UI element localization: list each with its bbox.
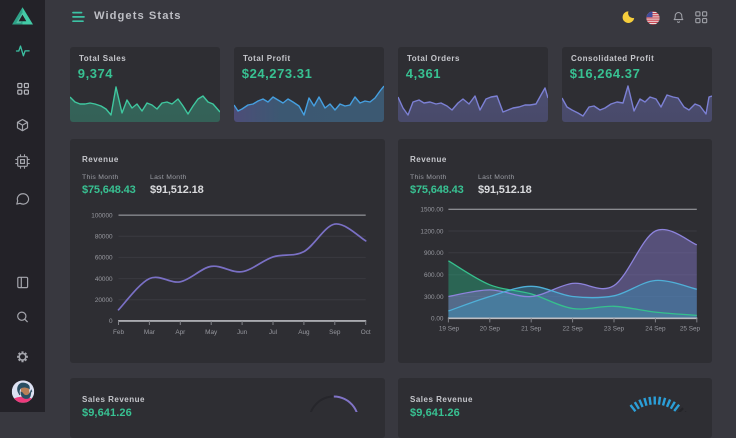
svg-text:900.00: 900.00 xyxy=(424,250,444,257)
svg-text:300.00: 300.00 xyxy=(424,294,444,301)
svg-text:600.00: 600.00 xyxy=(424,272,444,279)
svg-text:23 Sep: 23 Sep xyxy=(604,325,625,332)
svg-text:20 Sep: 20 Sep xyxy=(480,325,501,332)
svg-text:60000: 60000 xyxy=(95,255,113,262)
svg-text:Mar: Mar xyxy=(144,329,156,336)
svg-text:Feb: Feb xyxy=(113,329,124,336)
svg-text:1500.00: 1500.00 xyxy=(420,207,444,214)
svg-text:0.00: 0.00 xyxy=(431,316,444,323)
svg-text:40000: 40000 xyxy=(95,276,113,283)
svg-text:80000: 80000 xyxy=(95,234,113,241)
svg-text:May: May xyxy=(205,329,218,336)
svg-text:22 Sep: 22 Sep xyxy=(562,325,583,332)
svg-text:Jul: Jul xyxy=(269,329,277,336)
svg-text:20000: 20000 xyxy=(95,297,113,304)
svg-text:1200.00: 1200.00 xyxy=(420,228,444,235)
svg-text:25 Sep: 25 Sep xyxy=(680,325,701,332)
svg-text:Apr: Apr xyxy=(175,329,186,336)
svg-text:21 Sep: 21 Sep xyxy=(521,325,542,332)
svg-text:Jun: Jun xyxy=(237,329,248,336)
svg-text:19 Sep: 19 Sep xyxy=(439,325,460,332)
svg-text:24 Sep: 24 Sep xyxy=(645,325,666,332)
svg-text:0: 0 xyxy=(109,318,113,325)
svg-text:Sep: Sep xyxy=(329,329,341,336)
svg-text:100000: 100000 xyxy=(91,212,113,219)
svg-text:Aug: Aug xyxy=(298,329,310,336)
svg-text:Oct: Oct xyxy=(361,329,371,336)
